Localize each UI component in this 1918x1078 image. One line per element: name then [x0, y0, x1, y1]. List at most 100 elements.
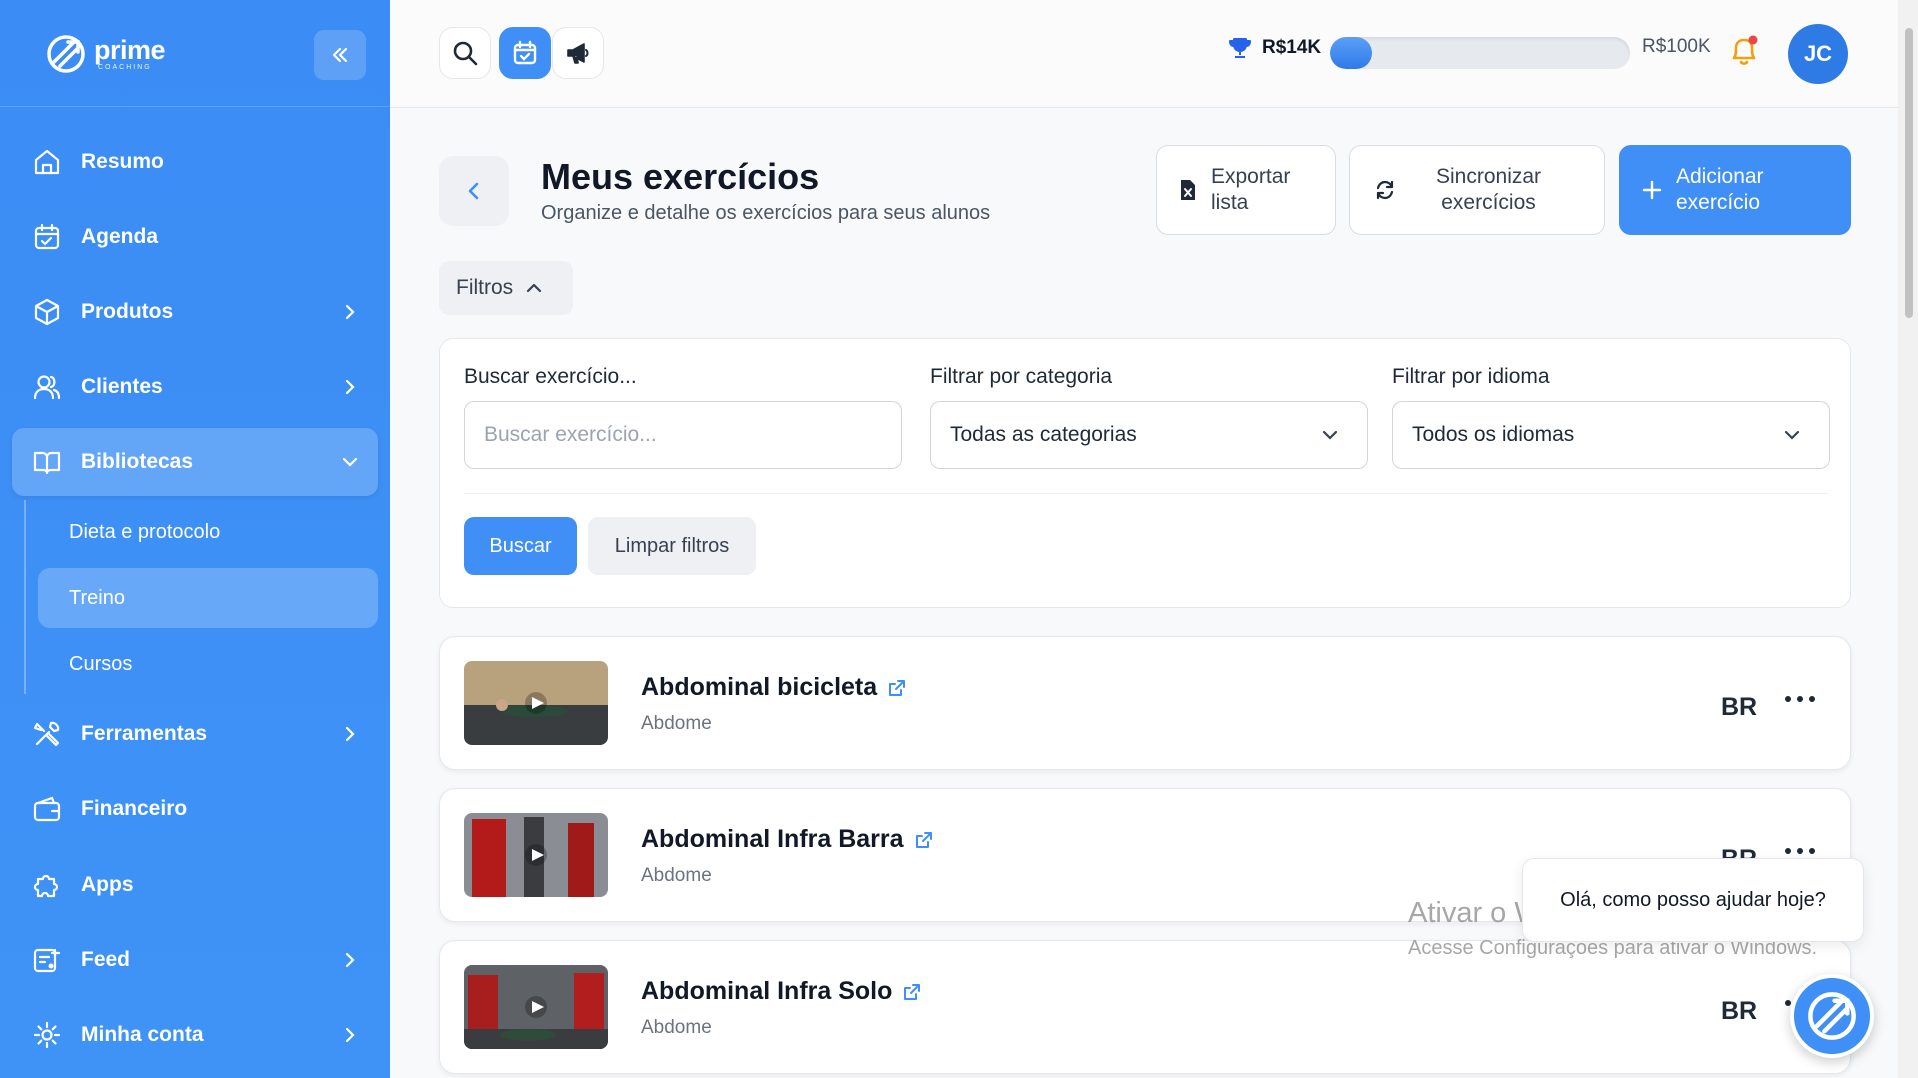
sidebar-item-label: Agenda: [81, 225, 159, 248]
add-label-line2: exercício: [1676, 191, 1761, 214]
collapse-sidebar-button[interactable]: [314, 30, 366, 80]
sidebar-item-feed[interactable]: Feed: [12, 926, 378, 994]
sidebar-item-label: Resumo: [81, 150, 164, 173]
users-icon: [33, 375, 61, 400]
brand-logo[interactable]: prime COACHING: [44, 32, 166, 76]
chevron-down-icon: [1322, 430, 1338, 440]
brand-name: prime: [94, 35, 166, 65]
submenu-item-cursos[interactable]: Cursos: [38, 634, 378, 694]
chevron-left-icon: [468, 182, 479, 200]
submenu-item-treino[interactable]: Treino: [38, 568, 378, 628]
export-list-button[interactable]: Exportar lista: [1156, 145, 1336, 235]
add-exercise-button[interactable]: Adicionar exercício: [1619, 145, 1851, 235]
revenue-goal-progress: [1330, 37, 1630, 69]
sidebar-item-clientes[interactable]: Clientes: [12, 353, 378, 421]
exercise-category: Abdome: [641, 865, 712, 886]
sidebar-item-label: Ferramentas: [81, 722, 208, 745]
external-link-icon[interactable]: [887, 678, 907, 698]
chat-launcher-button[interactable]: [1790, 974, 1874, 1058]
filters-panel: Buscar exercício... Buscar exercício... …: [439, 338, 1851, 608]
search-icon: [453, 41, 478, 66]
external-link-icon[interactable]: [902, 982, 922, 1002]
add-label-line1: Adicionar: [1676, 164, 1764, 188]
topbar: R$14K R$100K JC: [390, 0, 1898, 108]
tools-icon: [33, 721, 60, 747]
calendar-button[interactable]: [499, 27, 551, 79]
goal-target-value: R$100K: [1642, 36, 1711, 57]
exercise-thumbnail[interactable]: [464, 965, 608, 1049]
submenu-item-label: Treino: [69, 586, 125, 609]
exercise-category: Abdome: [641, 713, 712, 734]
progress-fill: [1330, 37, 1372, 69]
search-input[interactable]: Buscar exercício...: [464, 401, 902, 469]
calendar-check-icon: [513, 40, 537, 65]
announcements-button[interactable]: [552, 27, 604, 79]
prime-logo-icon: [47, 35, 85, 73]
submenu-rail: [24, 500, 26, 694]
sidebar-item-apps[interactable]: Apps: [12, 851, 378, 919]
exercise-thumbnail[interactable]: [464, 661, 608, 745]
category-value: Todas as categorias: [950, 423, 1137, 446]
back-button[interactable]: [439, 156, 509, 226]
language-label: Filtrar por idioma: [1392, 365, 1550, 388]
sidebar-item-label: Clientes: [81, 375, 163, 398]
brand-sub: COACHING: [98, 64, 152, 71]
submenu-item-dieta[interactable]: Dieta e protocolo: [38, 502, 378, 562]
sidebar-item-bibliotecas[interactable]: Bibliotecas: [12, 428, 378, 496]
sync-exercises-button[interactable]: Sincronizar exercícios: [1349, 145, 1605, 235]
chevron-right-icon: [345, 304, 355, 320]
exercise-card[interactable]: Abdominal Infra Solo Abdome BR: [439, 940, 1851, 1074]
chat-greeting-bubble[interactable]: Olá, como posso ajudar hoje?: [1522, 858, 1864, 942]
exercise-name: Abdominal Infra Barra: [641, 825, 934, 854]
exercise-name: Abdominal bicicleta: [641, 673, 907, 702]
exercise-thumbnail[interactable]: [464, 813, 608, 897]
notifications-button[interactable]: [1728, 34, 1762, 68]
sidebar-item-financeiro[interactable]: Financeiro: [12, 775, 378, 843]
clear-filters-button[interactable]: Limpar filtros: [588, 517, 756, 575]
puzzle-icon: [33, 874, 59, 898]
category-select[interactable]: Todas as categorias: [930, 401, 1368, 469]
chevron-up-icon: [527, 283, 542, 293]
sidebar: prime COACHING Resumo Agenda Produtos Cl…: [0, 0, 390, 1078]
filters-toggle[interactable]: Filtros: [439, 261, 573, 315]
sidebar-item-label: Minha conta: [81, 1023, 204, 1046]
chevron-right-icon: [345, 1027, 355, 1043]
sidebar-item-resumo[interactable]: Resumo: [12, 128, 378, 196]
exercise-name-text: Abdominal Infra Solo: [641, 977, 893, 1005]
file-excel-icon: [1181, 180, 1195, 200]
sidebar-item-agenda[interactable]: Agenda: [12, 203, 378, 271]
external-link-icon[interactable]: [914, 830, 934, 850]
exercise-language: BR: [1721, 997, 1758, 1025]
submenu-item-label: Cursos: [69, 652, 133, 675]
user-avatar[interactable]: JC: [1788, 24, 1848, 84]
video-thumbnail-image: [464, 661, 608, 745]
more-options-icon[interactable]: [1780, 689, 1820, 709]
exercise-name-text: Abdominal Infra Barra: [641, 825, 904, 853]
export-label-line2: lista: [1211, 191, 1249, 214]
search-submit-button[interactable]: Buscar: [464, 517, 577, 575]
revenue-goal-current: R$14K: [1228, 36, 1321, 60]
sidebar-item-produtos[interactable]: Produtos: [12, 278, 378, 346]
category-label: Filtrar por categoria: [930, 365, 1113, 388]
sidebar-item-label: Apps: [81, 873, 134, 896]
wallet-icon: [33, 796, 61, 822]
chevron-right-icon: [345, 379, 355, 395]
filters-divider: [464, 493, 1828, 494]
language-select[interactable]: Todos os idiomas: [1392, 401, 1830, 469]
book-icon: [33, 451, 61, 475]
language-value: Todos os idiomas: [1412, 423, 1575, 446]
exercise-card[interactable]: Abdominal bicicleta Abdome BR: [439, 636, 1851, 770]
megaphone-icon: [567, 43, 589, 64]
sync-label-line1: Sincronizar: [1436, 164, 1542, 188]
sidebar-item-minha-conta[interactable]: Minha conta: [12, 1001, 378, 1069]
search-label: Buscar exercício...: [464, 365, 637, 388]
chevron-right-icon: [345, 952, 355, 968]
search-button[interactable]: [439, 27, 491, 79]
trophy-icon: [1229, 38, 1251, 58]
home-icon: [34, 149, 60, 175]
sidebar-item-ferramentas[interactable]: Ferramentas: [12, 700, 378, 768]
chevrons-left-icon: [332, 47, 348, 63]
export-label-line1: Exportar: [1211, 164, 1291, 188]
plus-icon: [1642, 180, 1662, 200]
page-scrollbar-thumb[interactable]: [1905, 28, 1913, 318]
